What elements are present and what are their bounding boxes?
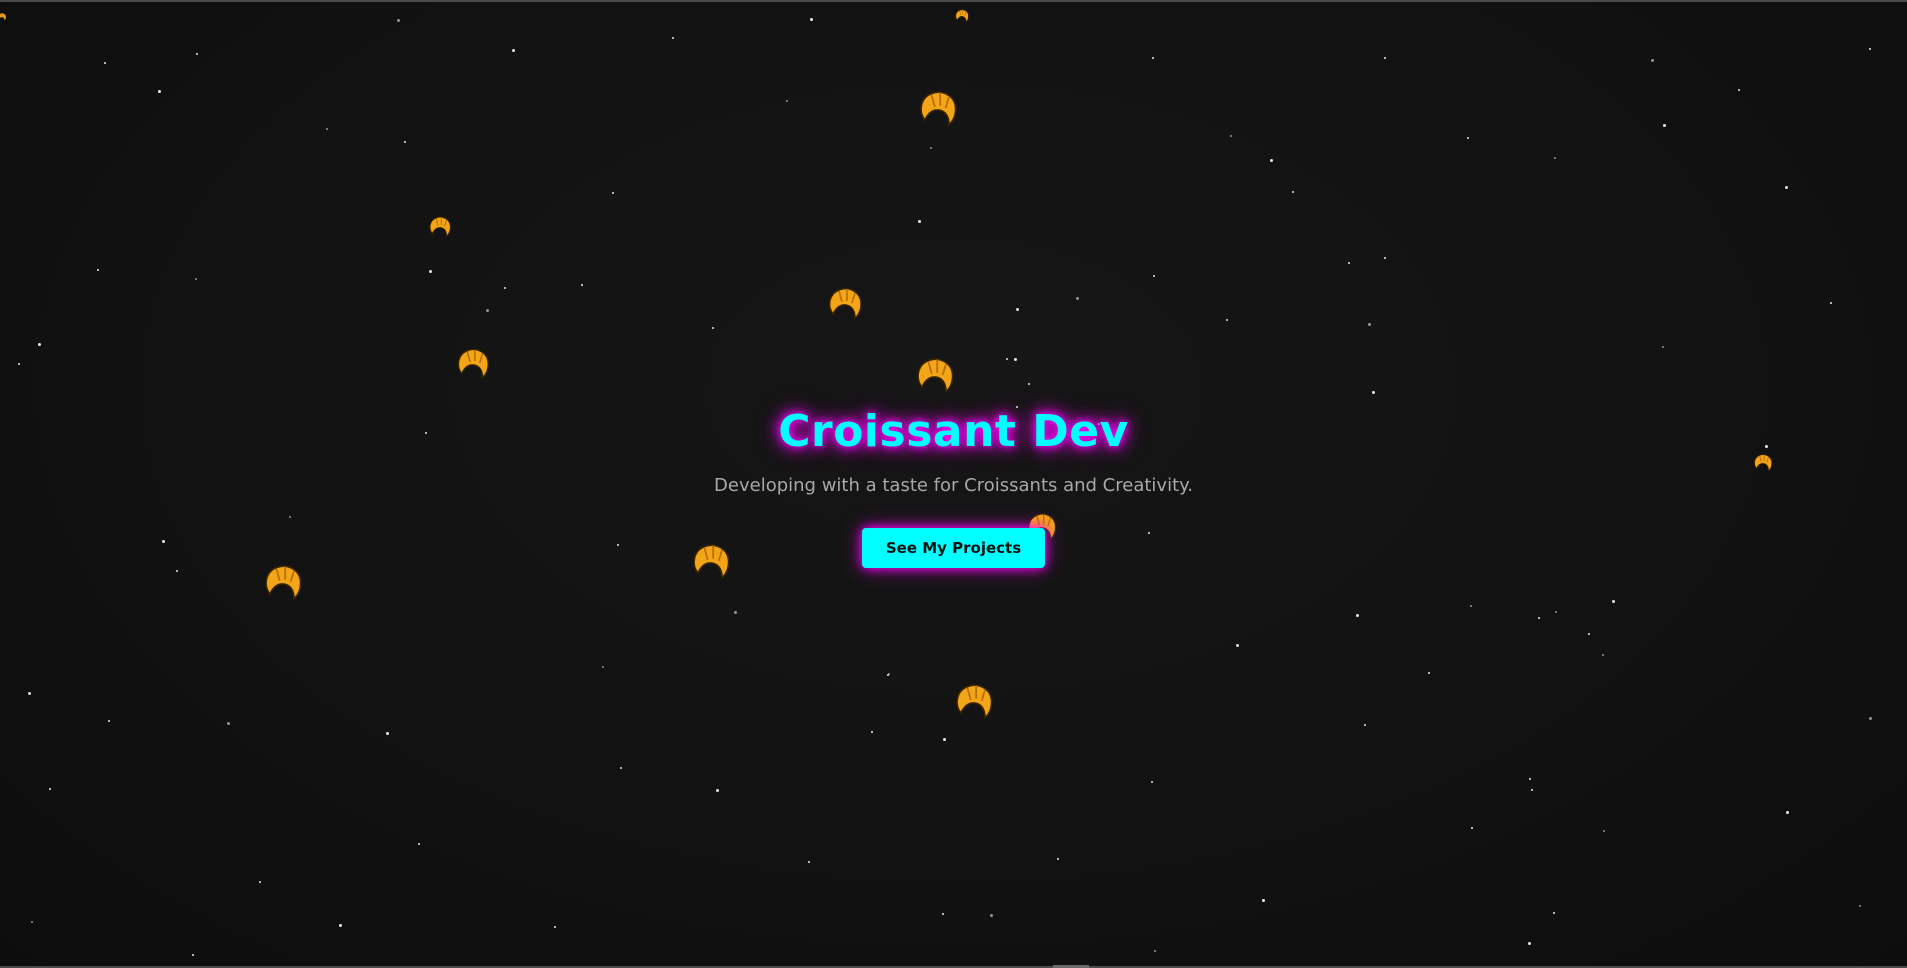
croissant-icon: [825, 284, 865, 324]
croissant-icon: [454, 345, 492, 383]
hero-subtitle: Developing with a taste for Croissants a…: [714, 475, 1193, 496]
hero-title: Croissant Dev: [778, 406, 1129, 457]
croissant-icon: [427, 214, 453, 240]
croissant-icon: [954, 8, 970, 24]
hero-section: Croissant Dev Developing with a taste fo…: [0, 402, 1907, 568]
croissant-icon: [913, 354, 957, 398]
croissant-icon: [952, 680, 996, 724]
croissant-icon: [916, 87, 960, 131]
croissant-icon: [0, 7, 7, 21]
see-projects-button[interactable]: See My Projects: [861, 528, 1046, 568]
landing-page: Croissant Dev Developing with a taste fo…: [0, 0, 1907, 968]
